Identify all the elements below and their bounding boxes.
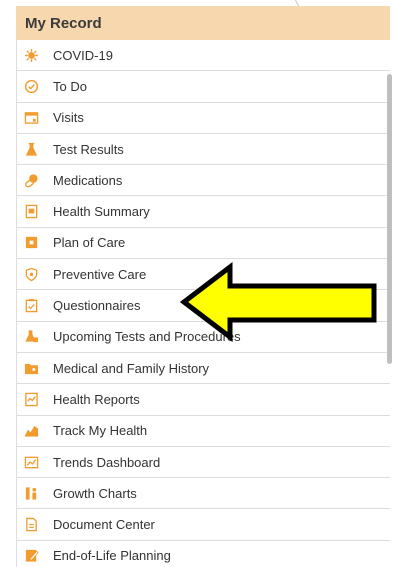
menu-item-document-center[interactable]: Document Center xyxy=(17,509,390,541)
clipboard-check-icon xyxy=(24,298,39,313)
menu-item-trends-dashboard[interactable]: Trends Dashboard xyxy=(17,447,390,479)
menu-item-label: Trends Dashboard xyxy=(53,454,161,470)
menu-item-to-do[interactable]: To Do xyxy=(17,71,390,103)
panel-title: My Record xyxy=(16,6,390,40)
menu-item-label: Track My Health xyxy=(53,423,148,439)
menu-item-test-results[interactable]: Test Results xyxy=(17,134,390,166)
menu-item-health-summary[interactable]: Health Summary xyxy=(17,196,390,228)
pen-document-icon xyxy=(24,548,39,563)
menu-item-label: COVID-19 xyxy=(53,47,113,63)
yellow-arrow-annotation xyxy=(180,262,377,342)
virus-icon xyxy=(24,48,39,63)
trend-line-icon xyxy=(24,455,39,470)
scrollbar-thumb[interactable] xyxy=(387,74,392,364)
menu-item-health-reports[interactable]: Health Reports xyxy=(17,384,390,416)
file-icon xyxy=(24,517,39,532)
growth-icon xyxy=(24,486,39,501)
menu-item-label: Test Results xyxy=(53,141,124,157)
menu-item-label: Document Center xyxy=(53,517,155,533)
check-circle-icon xyxy=(24,79,39,94)
menu-item-label: To Do xyxy=(53,78,87,94)
menu-item-end-of-life-planning[interactable]: End-of-Life Planning xyxy=(17,541,390,567)
menu-item-label: Health Reports xyxy=(53,391,140,407)
menu-item-label: Health Summary xyxy=(53,204,150,220)
menu-item-growth-charts[interactable]: Growth Charts xyxy=(17,478,390,510)
menu-item-medications[interactable]: Medications xyxy=(17,165,390,197)
bar-chart-icon xyxy=(24,423,39,438)
menu-item-medical-and-family-history[interactable]: Medical and Family History xyxy=(17,353,390,385)
menu-item-label: Medications xyxy=(53,172,123,188)
menu-item-visits[interactable]: Visits xyxy=(17,103,390,134)
menu-item-label: End-of-Life Planning xyxy=(53,548,171,564)
plan-icon xyxy=(24,235,39,250)
pills-icon xyxy=(24,173,39,188)
menu-item-label: Questionnaires xyxy=(53,298,141,314)
menu-item-track-my-health[interactable]: Track My Health xyxy=(17,416,390,447)
folder-icon xyxy=(24,361,39,376)
menu-item-covid-19[interactable]: COVID-19 xyxy=(17,40,390,72)
menu-item-plan-of-care[interactable]: Plan of Care xyxy=(17,228,390,260)
menu-item-label: Preventive Care xyxy=(53,266,147,282)
menu-item-label: Visits xyxy=(53,110,84,126)
menu-item-label: Plan of Care xyxy=(53,235,126,251)
menu-item-label: Medical and Family History xyxy=(53,360,210,376)
chart-document-icon xyxy=(24,392,39,407)
flask-icon xyxy=(24,142,39,157)
document-icon xyxy=(24,204,39,219)
calendar-icon xyxy=(24,110,39,125)
menu-item-label: Growth Charts xyxy=(53,485,137,501)
flask-calendar-icon xyxy=(24,329,39,344)
shield-icon xyxy=(24,267,39,282)
